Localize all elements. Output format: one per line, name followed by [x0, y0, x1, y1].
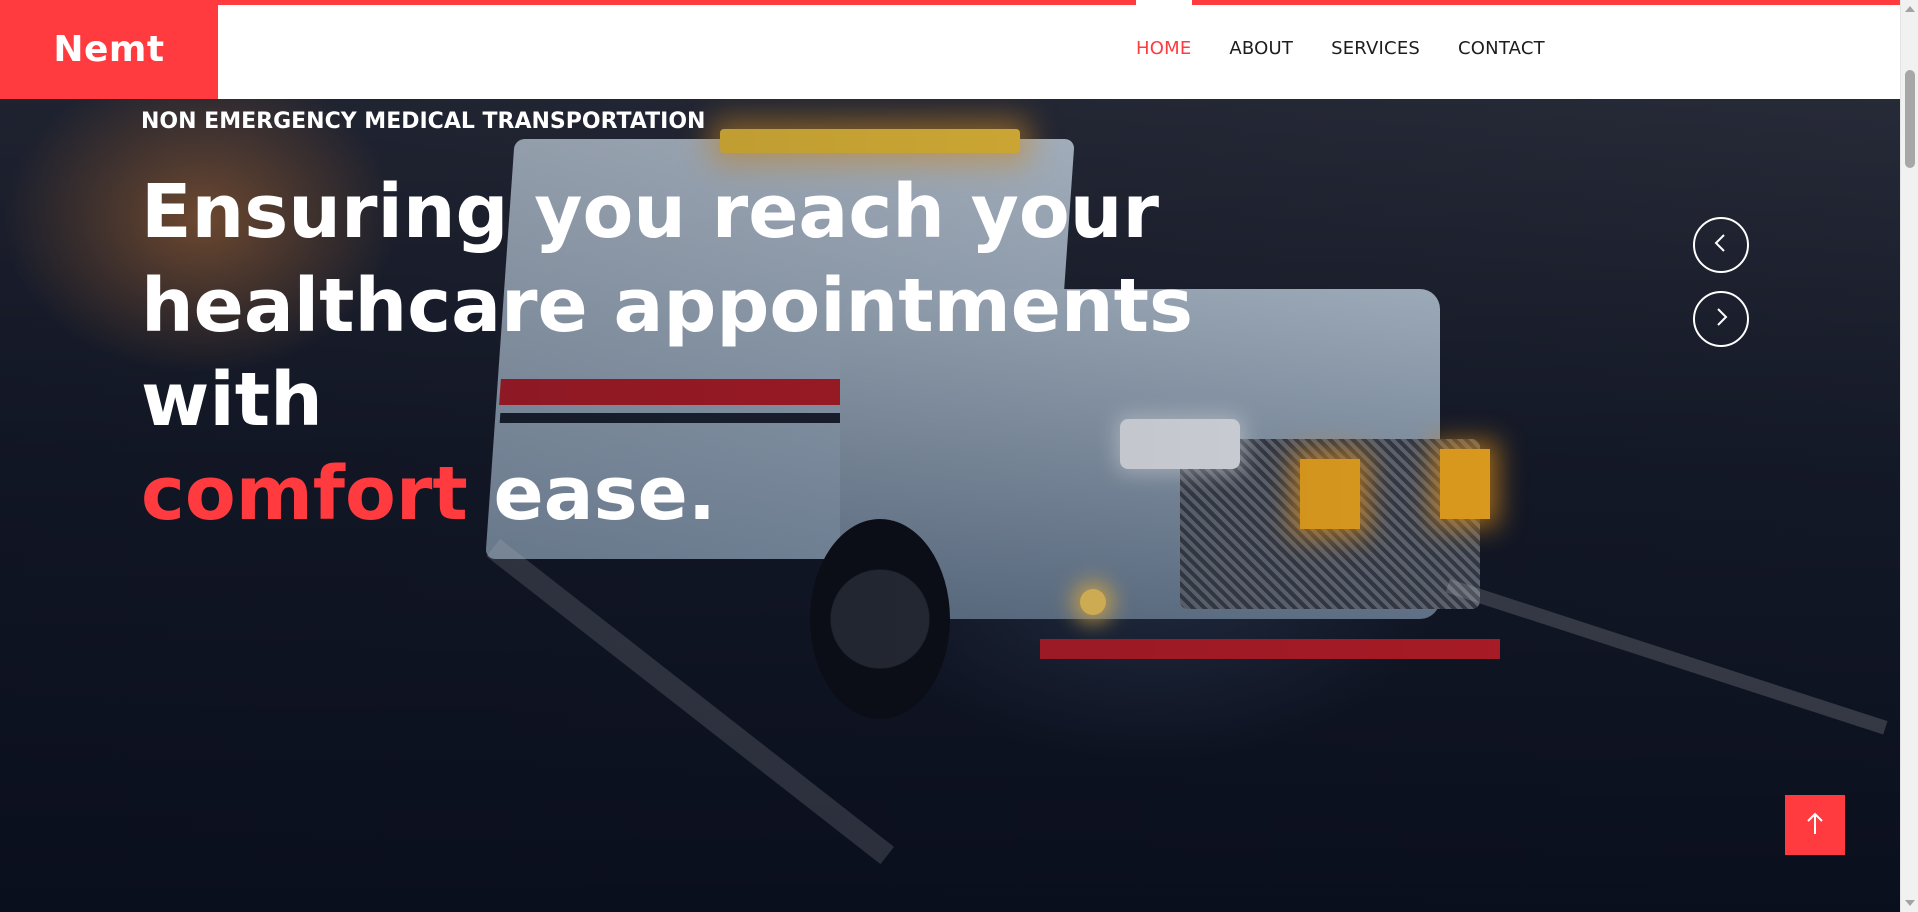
back-to-top-button[interactable] [1785, 795, 1845, 855]
header-accent-strip-left [218, 0, 1136, 5]
header-accent-strip-right [1192, 0, 1900, 5]
chevron-right-icon [1710, 306, 1732, 333]
brand-logo[interactable]: Nemt [0, 0, 218, 99]
nav-home[interactable]: HOME [1136, 38, 1191, 59]
page-scrollbar[interactable] [1900, 0, 1918, 912]
brand-name[interactable]: Nemt [53, 29, 164, 70]
nav-contact[interactable]: CONTACT [1458, 38, 1545, 59]
nav-services[interactable]: SERVICES [1331, 38, 1420, 59]
scroll-up-arrow-icon[interactable] [1905, 6, 1915, 12]
arrow-up-icon [1804, 810, 1826, 841]
hero-headline: Ensuring you reach your healthcare appoi… [141, 165, 1241, 541]
hero-section: NON EMERGENCY MEDICAL TRANSPORTATION Ens… [0, 99, 1900, 912]
scroll-down-arrow-icon[interactable] [1905, 900, 1915, 906]
site-header: Nemt HOME ABOUT SERVICES CONTACT [0, 0, 1900, 99]
chevron-left-icon [1710, 232, 1732, 259]
slider-next-button[interactable] [1693, 291, 1749, 347]
slider-prev-button[interactable] [1693, 217, 1749, 273]
headline-end-text: ease. [493, 451, 716, 537]
headline-accent-word: comfort [141, 451, 468, 537]
nav-about[interactable]: ABOUT [1229, 38, 1293, 59]
hero-eyebrow: NON EMERGENCY MEDICAL TRANSPORTATION [141, 109, 706, 134]
scrollbar-thumb[interactable] [1905, 70, 1915, 168]
headline-main-text: Ensuring you reach your healthcare appoi… [141, 169, 1194, 443]
main-nav: HOME ABOUT SERVICES CONTACT [1136, 38, 1545, 59]
